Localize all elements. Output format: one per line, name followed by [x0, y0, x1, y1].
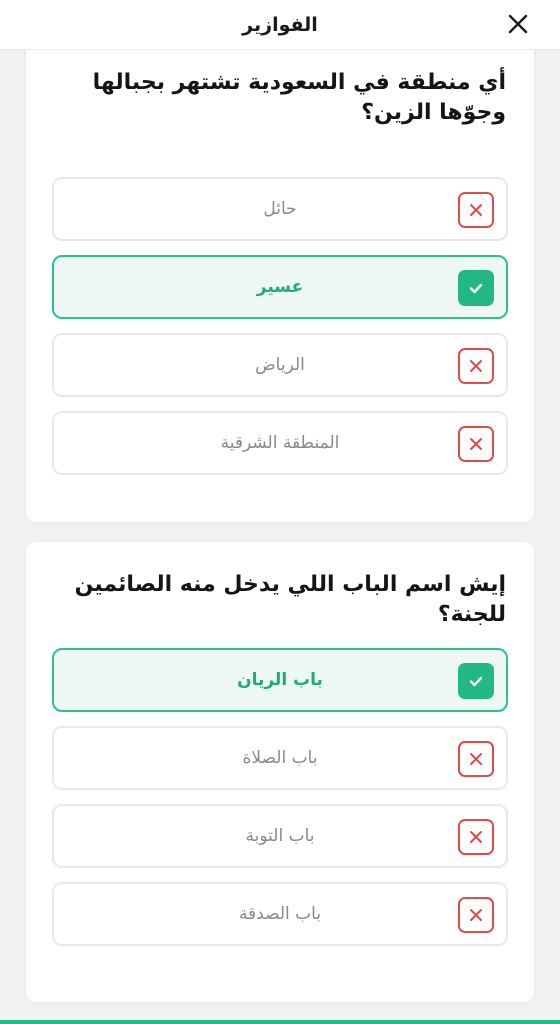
answer-label: الرياض — [255, 355, 305, 375]
answer-label: باب الصلاة — [242, 748, 318, 768]
question-card: أي منطقة في السعودية تشتهر بجبالها وجوّه… — [26, 30, 534, 522]
answer-option[interactable]: حائل — [52, 177, 508, 241]
wrong-answer-icon — [458, 819, 494, 855]
answer-option[interactable]: باب الصلاة — [52, 726, 508, 790]
answer-label: باب التوبة — [245, 826, 315, 846]
answer-option[interactable]: باب التوبة — [52, 804, 508, 868]
wrong-answer-icon — [458, 348, 494, 384]
correct-answer-icon — [458, 663, 494, 699]
question-text: أي منطقة في السعودية تشتهر بجبالها وجوّه… — [92, 70, 506, 125]
answer-option[interactable]: المنطقة الشرقية — [52, 411, 508, 475]
correct-answer-icon — [458, 270, 494, 306]
top-bar: الفوازير — [0, 0, 560, 50]
wrong-answer-icon — [458, 426, 494, 462]
question-text: إيش اسم الباب اللي يدخل منه الصائمين للج… — [74, 572, 506, 627]
wrong-answer-icon — [458, 741, 494, 777]
answer-option[interactable]: باب الريان — [52, 648, 508, 712]
wrong-answer-icon — [458, 897, 494, 933]
answer-option[interactable]: باب الصدقة — [52, 882, 508, 946]
quiz-screen: أي منطقة في السعودية تشتهر بجبالها وجوّه… — [0, 0, 560, 1024]
answer-label: حائل — [263, 199, 297, 219]
page-title: الفوازير — [242, 13, 318, 36]
close-icon[interactable] — [504, 10, 532, 38]
answer-label: باب الصدقة — [238, 904, 322, 924]
bottom-accent-bar — [0, 1020, 560, 1024]
answer-label: باب الريان — [237, 670, 323, 690]
answer-label: عسير — [256, 277, 304, 297]
wrong-answer-icon — [458, 192, 494, 228]
answer-label: المنطقة الشرقية — [220, 433, 340, 453]
answer-option[interactable]: عسير — [52, 255, 508, 319]
answer-option[interactable]: الرياض — [52, 333, 508, 397]
question-card: إيش اسم الباب اللي يدخل منه الصائمين للج… — [26, 542, 534, 1002]
